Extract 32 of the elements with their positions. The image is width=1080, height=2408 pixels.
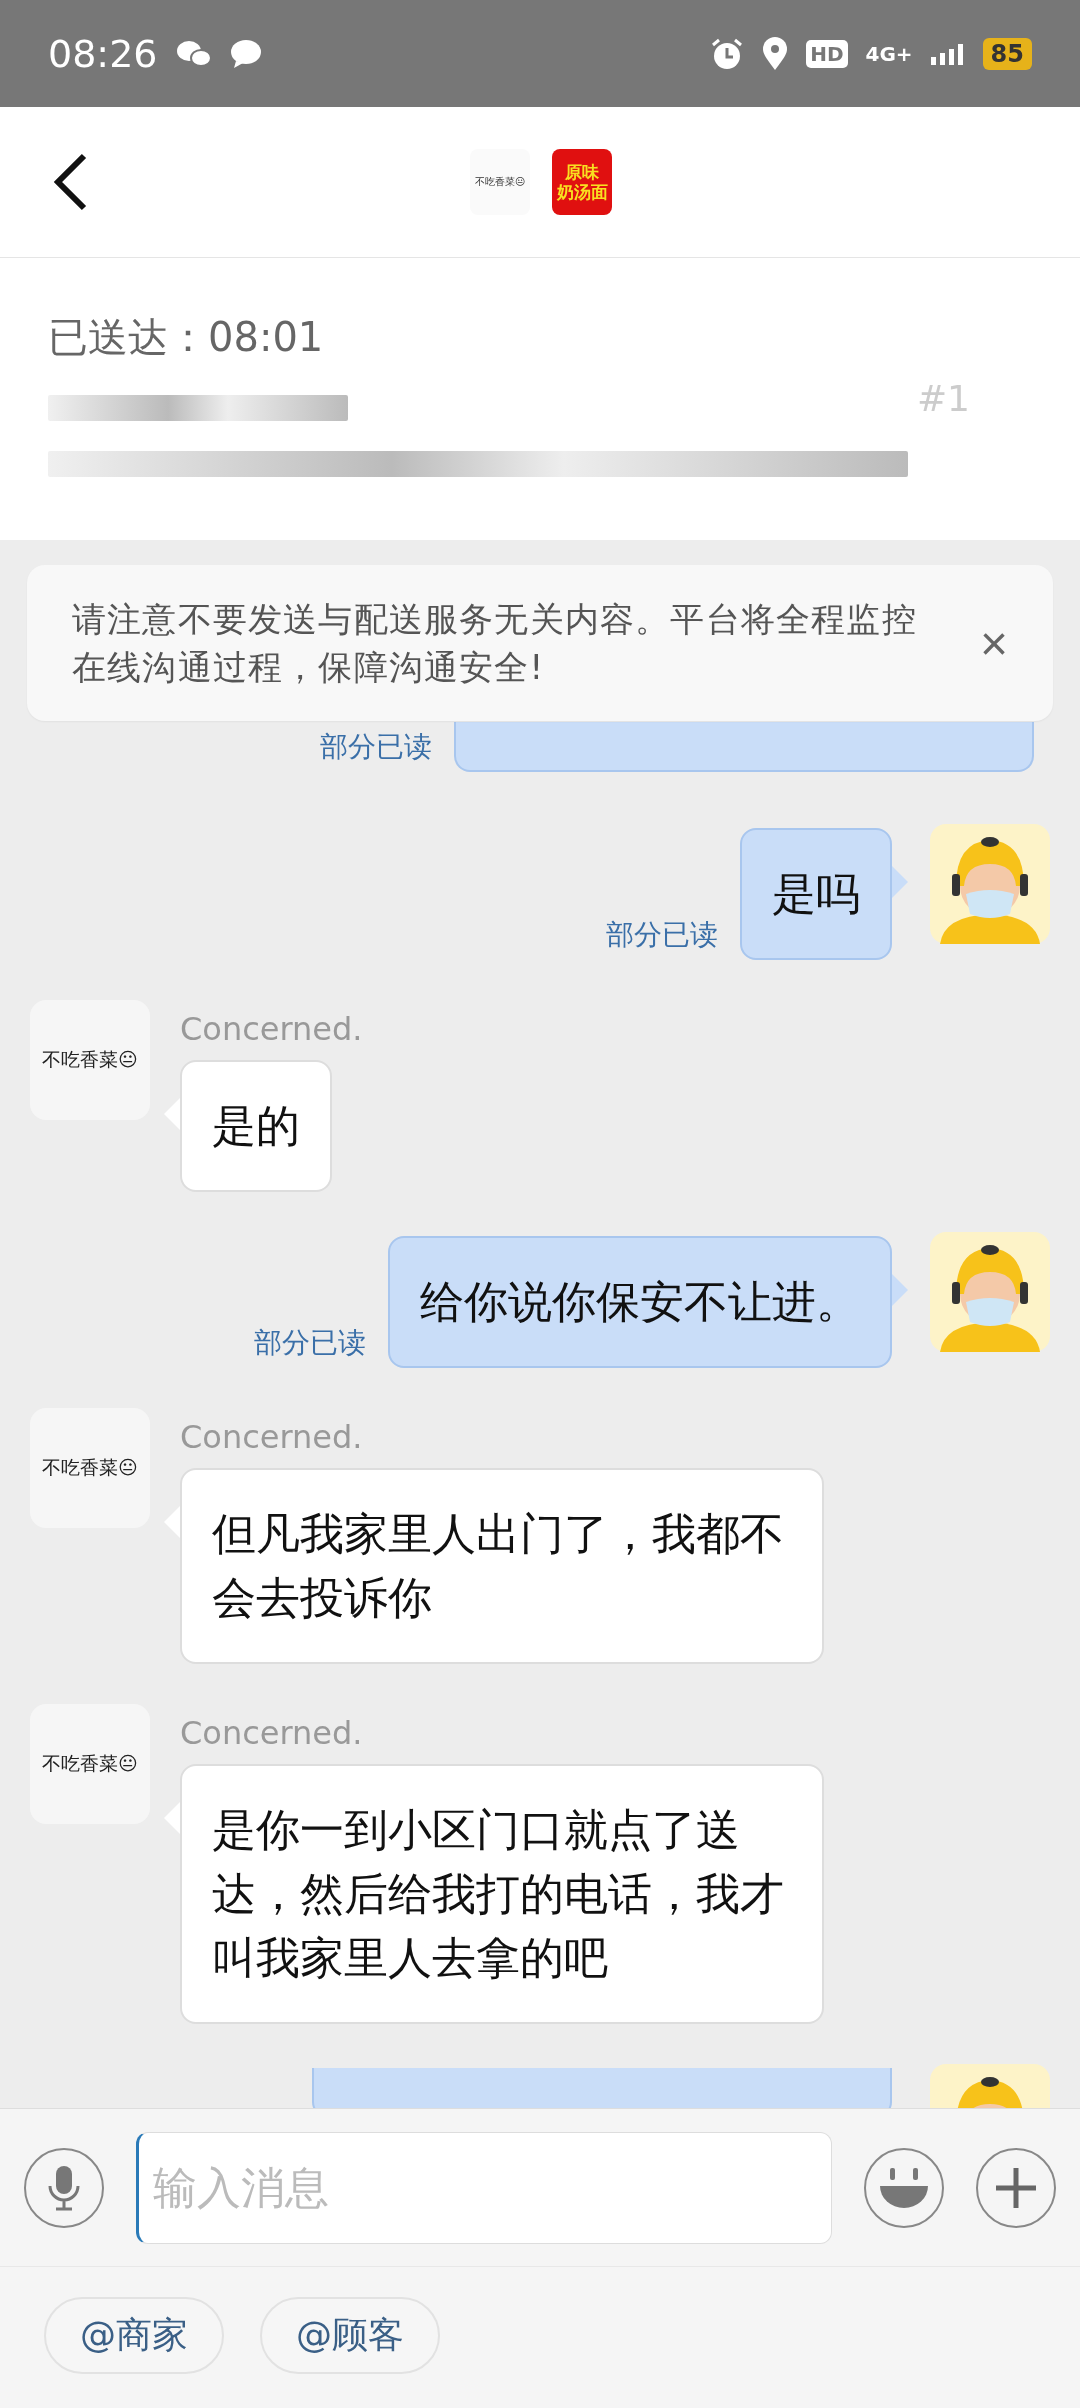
sender-name: Concerned.: [180, 1418, 364, 1456]
status-time: 08:26: [48, 31, 158, 76]
mention-button[interactable]: @顾客: [260, 2297, 440, 2374]
emoji-button[interactable]: [864, 2147, 944, 2228]
sender-name: Concerned.: [180, 1714, 364, 1752]
avatar-icon: [930, 1232, 1050, 1352]
sender-name: Concerned.: [180, 1010, 363, 1048]
avatar-icon: [930, 824, 1050, 944]
add-button[interactable]: [976, 2147, 1056, 2228]
mention-button[interactable]: @商家: [44, 2297, 224, 2374]
message-icon: [229, 38, 262, 69]
plus-icon: [994, 2165, 1038, 2210]
hd-indicator: HD: [806, 39, 848, 68]
voice-button[interactable]: [24, 2147, 104, 2228]
signal-icon: [930, 42, 965, 65]
message-input[interactable]: 输入消息: [136, 2131, 832, 2244]
avatar: 不吃香菜😐: [30, 1000, 150, 1120]
shop-logo: 原味 奶汤面: [552, 149, 612, 215]
read-status: 部分已读: [320, 729, 432, 765]
close-button[interactable]: ×: [979, 615, 1008, 671]
read-status: 部分已读: [606, 917, 718, 953]
notice-text: 请注意不要发送与配送服务无关内容。平台将全程监控在线沟通过程，保障沟通安全!: [72, 598, 918, 689]
microphone-icon: [47, 2163, 81, 2212]
battery-level: 85: [982, 37, 1032, 70]
network-type: 4G+: [865, 41, 913, 66]
alarm-icon: [710, 36, 745, 71]
avatar: 不吃香菜😐: [30, 1408, 150, 1528]
delivery-time: 已送达：08:01: [48, 313, 325, 362]
customer-avatar: 不吃香菜😐: [470, 149, 530, 215]
read-status: 部分已读: [254, 1325, 366, 1361]
location-icon: [762, 36, 789, 71]
avatar: 不吃香菜😐: [30, 1704, 150, 1824]
